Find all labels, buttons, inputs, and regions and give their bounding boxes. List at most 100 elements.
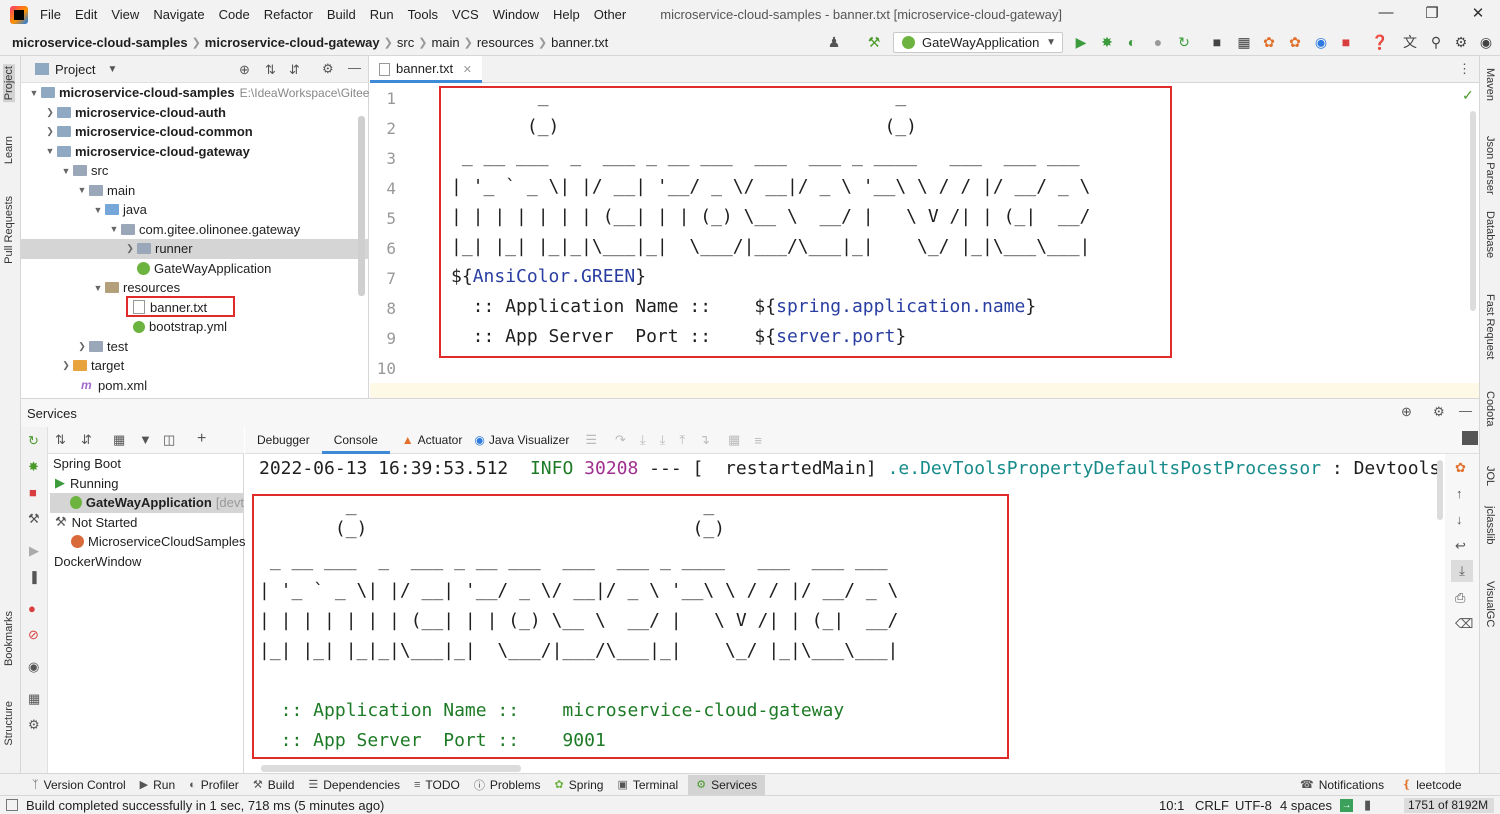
step-into-icon[interactable]: ⤓: [640, 432, 646, 448]
camera-icon[interactable]: ◉: [28, 659, 39, 675]
scroll-to-end-icon[interactable]: ⤓: [1451, 560, 1473, 582]
more-options-icon[interactable]: ⋮: [1458, 61, 1471, 77]
tree-item-bootstrap[interactable]: bootstrap.yml: [133, 317, 227, 337]
plugin-3-icon[interactable]: ✿: [1261, 34, 1277, 50]
inspection-ok-icon[interactable]: ✓: [1462, 87, 1474, 104]
tool-run[interactable]: ▶ Run: [140, 778, 175, 792]
pause-icon[interactable]: ❚: [29, 569, 40, 585]
profile-icon[interactable]: ●: [1150, 34, 1166, 50]
run-configuration-select[interactable]: GateWayApplication ▼: [893, 32, 1063, 53]
tab-console[interactable]: Console: [321, 427, 390, 454]
tool-todo[interactable]: ≡ TODO: [414, 778, 460, 792]
stop-icon[interactable]: ■: [1338, 34, 1354, 50]
add-icon[interactable]: +: [197, 430, 206, 448]
menu-run[interactable]: Run: [370, 7, 394, 22]
tool-problems[interactable]: ⓘ Problems: [474, 777, 541, 793]
force-step-into-icon[interactable]: ⤓: [660, 432, 666, 448]
search-icon[interactable]: ⚲: [1428, 34, 1444, 50]
tree-item-root[interactable]: ▼ microservice-cloud-samples E:\IdeaWork…: [27, 83, 370, 103]
debug-icon[interactable]: ✸: [1099, 34, 1115, 50]
rerun-icon[interactable]: ↻: [28, 433, 39, 449]
coverage-icon[interactable]: ◐: [1124, 34, 1140, 50]
expand-all-icon[interactable]: ⇅: [265, 62, 276, 78]
breadcrumb-project[interactable]: microservice-cloud-samples: [8, 35, 192, 50]
svc-running[interactable]: ▶ Running: [55, 474, 118, 494]
line-separator[interactable]: CRLF: [1195, 798, 1229, 813]
filter-icon[interactable]: ▼: [139, 432, 152, 447]
minimize-icon[interactable]: —: [1374, 4, 1398, 24]
hide-icon[interactable]: —: [348, 60, 361, 75]
plugin-icon[interactable]: ■: [1209, 34, 1225, 50]
tool-project[interactable]: Project: [3, 64, 15, 103]
menu-refactor[interactable]: Refactor: [264, 7, 313, 22]
tool-fast-request[interactable]: Fast Request: [1484, 294, 1496, 359]
layout-toggle-icon[interactable]: [1462, 431, 1478, 445]
tool-dependencies[interactable]: ☰ Dependencies: [308, 778, 400, 792]
breadcrumb-main[interactable]: main: [427, 35, 463, 50]
breadcrumb-src[interactable]: src: [393, 35, 418, 50]
translate-icon[interactable]: 文: [1402, 34, 1418, 50]
menu-tools[interactable]: Tools: [408, 7, 438, 22]
tool-notifications[interactable]: ☎ Notifications: [1300, 778, 1384, 792]
project-panel-title[interactable]: Project: [55, 62, 95, 77]
menu-other[interactable]: Other: [594, 7, 627, 22]
mute-breakpoints-icon[interactable]: ⊘: [28, 627, 39, 643]
collapse-all-icon[interactable]: ⇵: [81, 432, 92, 448]
plugin-4-icon[interactable]: ✿: [1287, 34, 1303, 50]
gear-icon[interactable]: ⚙: [322, 61, 334, 77]
menu-icon[interactable]: ☰: [585, 432, 597, 448]
tool-jclasslib[interactable]: jclasslib: [1484, 506, 1496, 545]
group-icon[interactable]: ▦: [113, 432, 125, 448]
close-icon[interactable]: ✕: [1466, 4, 1490, 24]
user-icon[interactable]: ♟: [826, 34, 842, 50]
caret-position[interactable]: 10:1: [1159, 798, 1184, 813]
wrench-icon[interactable]: ⚒: [28, 511, 40, 527]
print-icon[interactable]: ⎙: [1455, 590, 1465, 606]
tree-item-java[interactable]: ▼ java: [91, 200, 147, 220]
menu-build[interactable]: Build: [327, 7, 356, 22]
tool-database[interactable]: Database: [1484, 211, 1496, 258]
svc-docker[interactable]: DockerWindow: [54, 552, 141, 572]
memory-indicator[interactable]: 1751 of 8192M: [1404, 798, 1494, 813]
step-out-icon[interactable]: ⤒: [679, 432, 685, 448]
tab-java-visualizer[interactable]: Java Visualizer: [485, 427, 581, 454]
collapse-all-icon[interactable]: ⇵: [289, 62, 300, 78]
svc-samples[interactable]: MicroserviceCloudSamples: [71, 532, 246, 552]
tool-maven[interactable]: Maven: [1484, 68, 1496, 101]
restore-icon[interactable]: ❐: [1420, 4, 1444, 24]
gear-icon[interactable]: ⚙: [1433, 404, 1445, 420]
tool-structure[interactable]: Structure: [3, 701, 15, 746]
tree-item-target[interactable]: ❯ target: [59, 356, 124, 376]
tree-item-common[interactable]: ❯ microservice-cloud-common: [43, 122, 253, 142]
add-service-icon[interactable]: ⊕: [1401, 404, 1412, 420]
plugin-status-icon[interactable]: →: [1340, 798, 1353, 812]
run-icon[interactable]: ▶: [1073, 34, 1089, 50]
logo-icon[interactable]: ◉: [1478, 34, 1494, 50]
close-tab-icon[interactable]: ✕: [463, 64, 472, 76]
scrollbar[interactable]: [1470, 111, 1476, 311]
menu-vcs[interactable]: VCS: [452, 7, 479, 22]
expand-all-icon[interactable]: ⇅: [55, 432, 66, 448]
menu-edit[interactable]: Edit: [75, 7, 97, 22]
tool-pull-requests[interactable]: Pull Requests: [3, 196, 15, 264]
tree-item-resources[interactable]: ▼ resources: [91, 278, 181, 298]
svc-not-started[interactable]: ⚒ Not Started: [55, 513, 137, 533]
tool-spring[interactable]: ✿ Spring: [555, 778, 604, 792]
run-to-cursor-icon[interactable]: ↴: [699, 432, 710, 448]
debug-icon[interactable]: ✸: [28, 459, 39, 475]
status-toggle-icon[interactable]: [6, 799, 18, 811]
menu-help[interactable]: Help: [553, 7, 580, 22]
chevron-down-icon[interactable]: ▼: [107, 64, 117, 75]
actuator-icon[interactable]: ✿: [1455, 460, 1466, 476]
arrow-down-icon[interactable]: ↓: [1456, 512, 1463, 527]
layout-icon[interactable]: ▦: [28, 691, 40, 707]
trash-icon[interactable]: ⌫: [1455, 616, 1473, 632]
console-output[interactable]: 2022-06-13 16:39:53.512 INFO 30208 --- […: [245, 454, 1445, 774]
menu-window[interactable]: Window: [493, 7, 539, 22]
locate-icon[interactable]: ⊕: [239, 62, 250, 78]
tree-item-main[interactable]: ▼ main: [75, 181, 136, 201]
horizontal-scrollbar[interactable]: [261, 765, 521, 772]
tool-version-control[interactable]: ᛉ Version Control: [32, 778, 126, 792]
menu-code[interactable]: Code: [219, 7, 250, 22]
tool-learn[interactable]: Learn: [3, 136, 15, 164]
